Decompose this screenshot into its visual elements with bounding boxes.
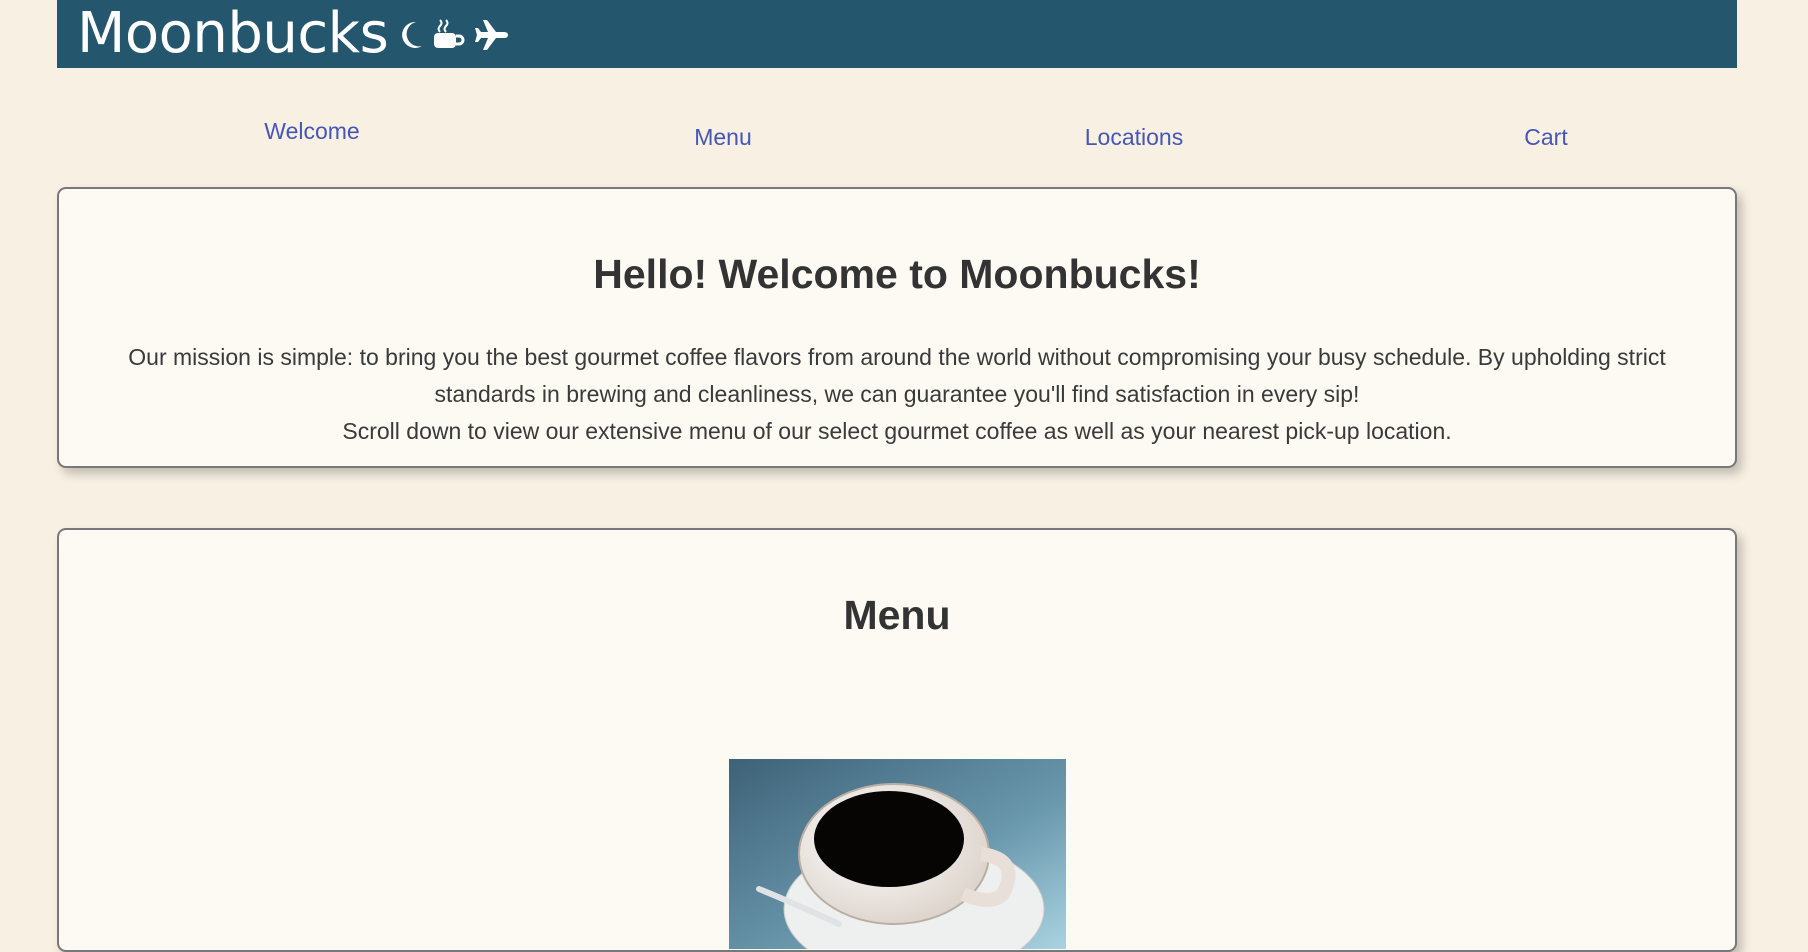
- coffee-cup-photo: [729, 759, 1066, 949]
- brand-title[interactable]: Moonbucks: [77, 0, 389, 68]
- nav-link-menu[interactable]: Menu: [694, 124, 752, 151]
- welcome-section: Hello! Welcome to Moonbucks! Our mission…: [57, 187, 1737, 468]
- welcome-title: Hello! Welcome to Moonbucks!: [593, 251, 1201, 297]
- nav-link-locations[interactable]: Locations: [1085, 124, 1183, 151]
- menu-title: Menu: [843, 592, 951, 638]
- main-nav: Welcome Menu Locations Cart: [57, 100, 1737, 170]
- site-header: Moonbucks: [57, 0, 1737, 68]
- nav-link-cart[interactable]: Cart: [1524, 124, 1567, 151]
- brand-icons: [398, 18, 510, 52]
- mission-text: Our mission is simple: to bring you the …: [107, 339, 1687, 450]
- moon-icon: [402, 21, 423, 48]
- mission-paragraph: Our mission is simple: to bring you the …: [128, 344, 1666, 407]
- airplane-icon: [475, 20, 509, 50]
- menu-section: Menu: [57, 528, 1737, 952]
- nav-link-welcome[interactable]: Welcome: [264, 118, 359, 145]
- coffee-cup-icon: [434, 19, 465, 48]
- scroll-hint: Scroll down to view our extensive menu o…: [342, 418, 1452, 444]
